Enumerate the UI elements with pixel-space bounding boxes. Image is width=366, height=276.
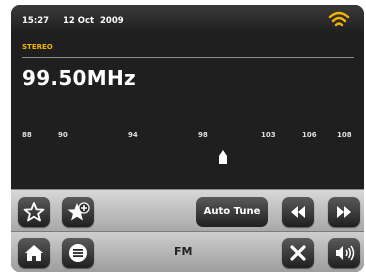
radio-screen: 15:27 12 Oct 2009 STEREO 99.50MHz 88 90 … — [11, 5, 364, 272]
favorite-button[interactable] — [18, 197, 50, 227]
add-favorite-button[interactable] — [62, 197, 94, 227]
star-add-icon — [67, 202, 90, 221]
seek-back-button[interactable] — [282, 197, 314, 227]
auto-tune-button[interactable]: Auto Tune — [196, 197, 268, 227]
scale-tick: 98 — [198, 131, 208, 139]
rewind-icon — [291, 206, 305, 218]
close-button[interactable] — [282, 238, 314, 268]
status-date: 12 Oct — [63, 16, 95, 26]
radio-device: 15:27 12 Oct 2009 STEREO 99.50MHz 88 90 … — [0, 0, 366, 276]
divider — [22, 57, 354, 58]
status-time: 15:27 — [22, 16, 50, 26]
scale-tick: 108 — [337, 131, 352, 139]
scale-tick: 88 — [22, 131, 32, 139]
status-bar: 15:27 12 Oct 2009 — [11, 5, 364, 36]
menu-icon — [69, 244, 87, 262]
stereo-indicator: STEREO — [22, 43, 53, 51]
scale-tick: 106 — [302, 131, 317, 139]
home-icon — [25, 245, 43, 261]
source-label: FM — [174, 245, 193, 258]
status-year: 2009 — [100, 16, 124, 26]
frequency-display: 99.50MHz — [22, 66, 136, 90]
scale-tick: 103 — [261, 131, 276, 139]
wifi-icon — [328, 11, 350, 27]
scale-tick: 94 — [128, 131, 138, 139]
volume-icon — [336, 245, 355, 261]
volume-button[interactable] — [328, 238, 360, 268]
star-icon — [23, 202, 45, 222]
fast-forward-icon — [337, 206, 351, 218]
seek-forward-button[interactable] — [328, 197, 360, 227]
home-button[interactable] — [18, 238, 50, 268]
close-icon — [290, 245, 306, 261]
tuning-marker — [219, 150, 227, 164]
menu-button[interactable] — [62, 238, 94, 268]
scale-tick: 90 — [58, 131, 68, 139]
